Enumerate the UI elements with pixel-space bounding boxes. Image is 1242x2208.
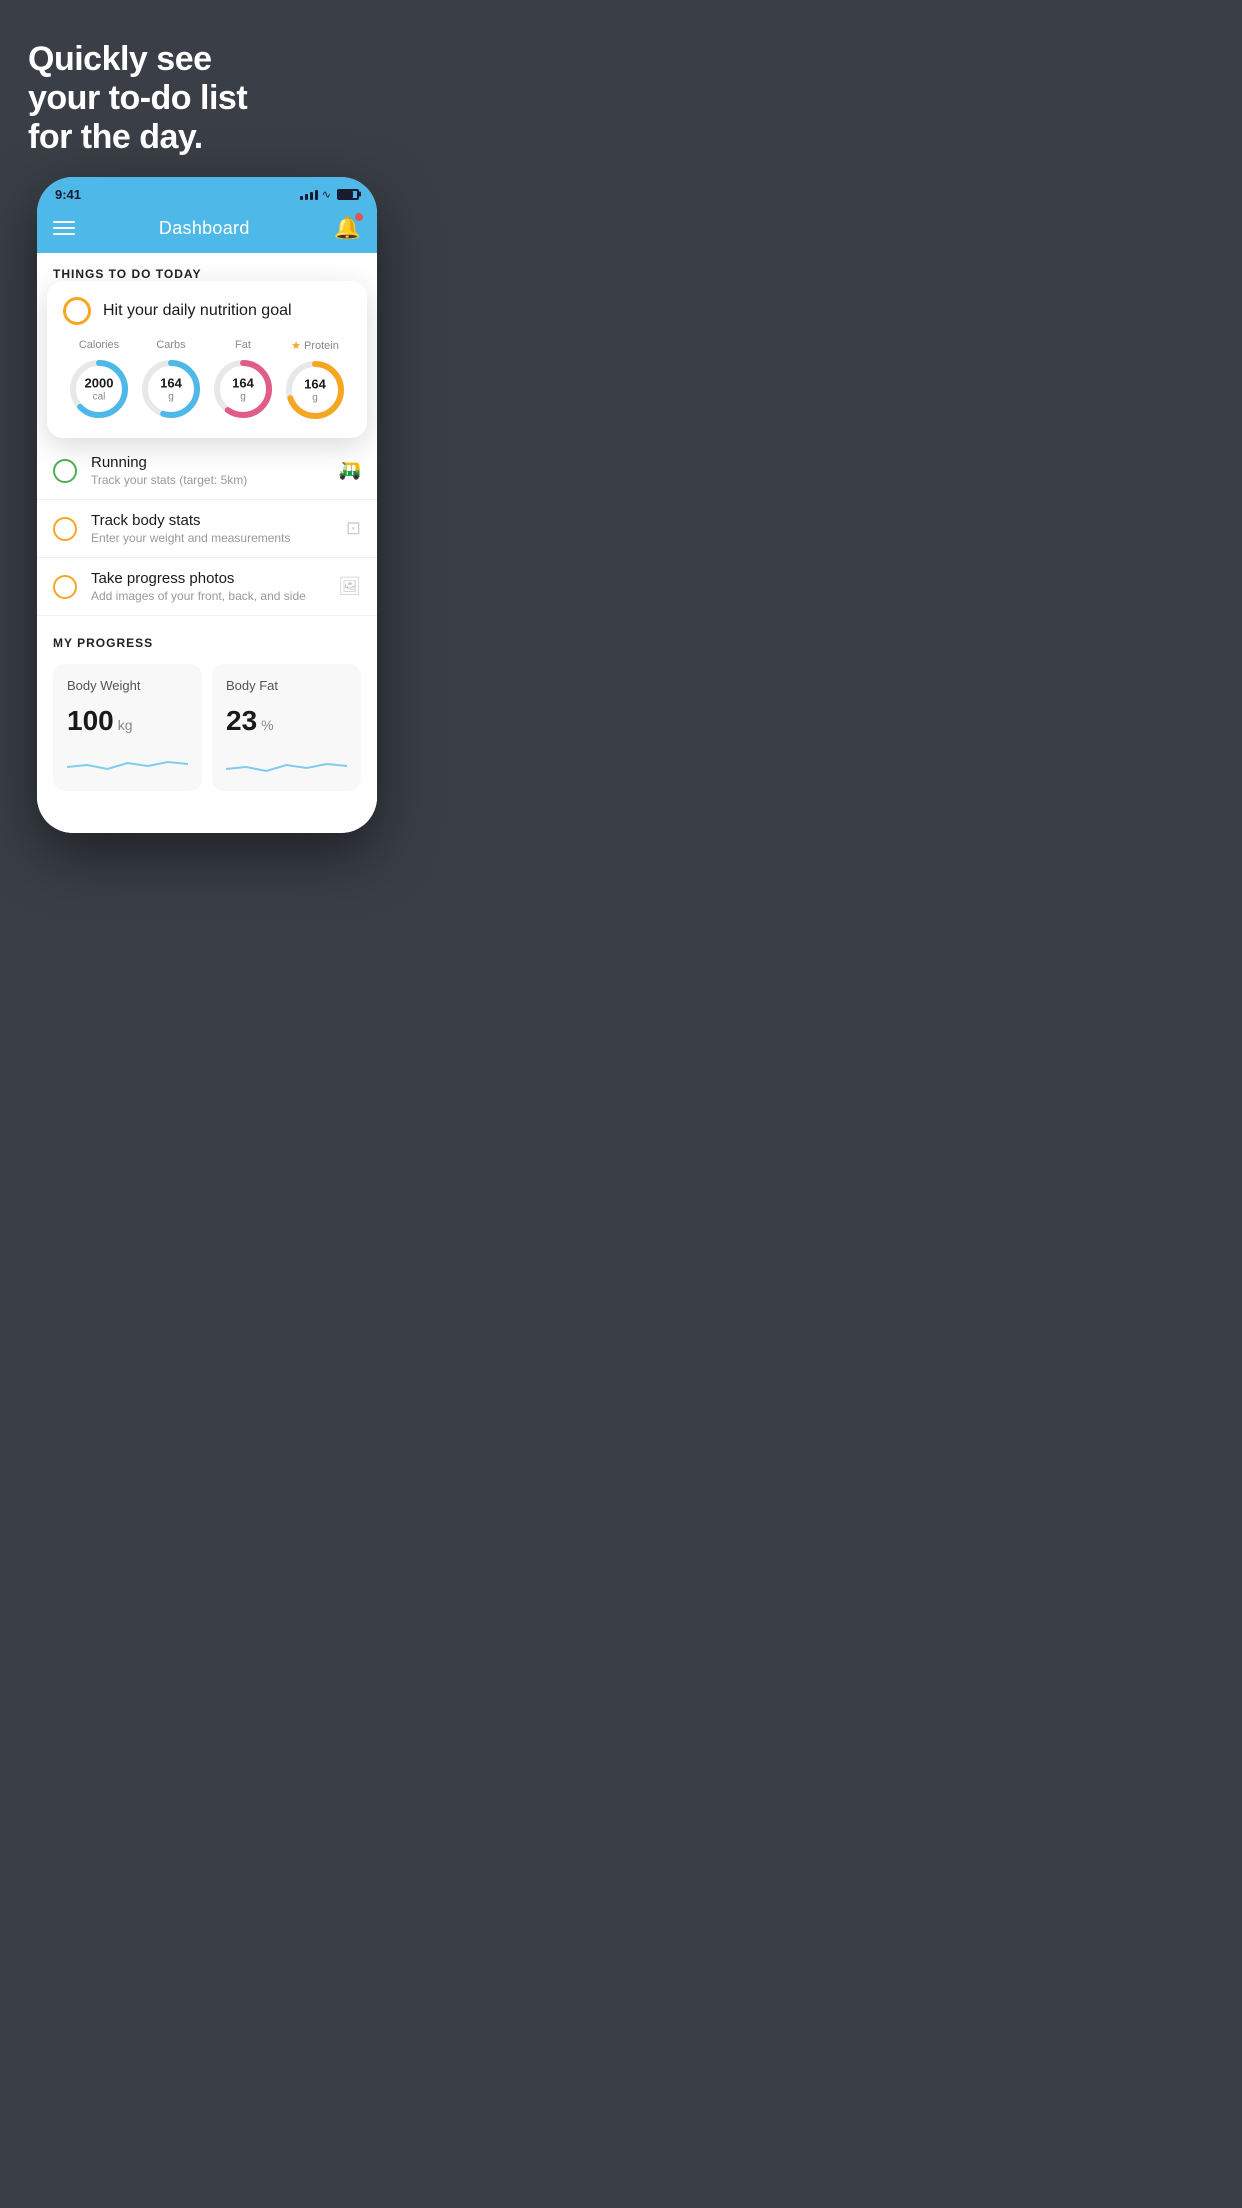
carbs-donut: 164 g bbox=[139, 357, 203, 421]
status-bar: 9:41 ∿ bbox=[37, 177, 377, 207]
phone-frame: 9:41 ∿ bbox=[37, 177, 377, 833]
fat-donut: 164 g bbox=[211, 357, 275, 421]
todo-subtitle-running: Track your stats (target: 5km) bbox=[91, 473, 325, 487]
protein-unit: g bbox=[304, 392, 326, 403]
fat-percent-unit: % bbox=[261, 717, 273, 733]
nutrition-calories: Calories 2000 cal bbox=[67, 339, 131, 421]
menu-button[interactable] bbox=[53, 221, 75, 235]
header-title: Dashboard bbox=[159, 218, 250, 239]
phone-mockup: 9:41 ∿ bbox=[37, 177, 377, 833]
photo-icon: 🖼 bbox=[338, 576, 361, 597]
weight-unit: kg bbox=[118, 717, 133, 733]
todo-list: Running Track your stats (target: 5km) 🛺… bbox=[37, 442, 377, 616]
todo-circle-body-stats bbox=[53, 517, 77, 541]
fat-value: 164 bbox=[232, 377, 254, 391]
todo-item-running[interactable]: Running Track your stats (target: 5km) 🛺 bbox=[37, 442, 377, 500]
running-icon: 🛺 bbox=[339, 460, 361, 481]
scale-icon: ⊡ bbox=[346, 518, 361, 539]
todo-text-running: Running Track your stats (target: 5km) bbox=[91, 454, 325, 487]
calories-donut: 2000 cal bbox=[67, 357, 131, 421]
wifi-icon: ∿ bbox=[322, 188, 331, 201]
todo-item-body-stats[interactable]: Track body stats Enter your weight and m… bbox=[37, 500, 377, 558]
weight-value-row: 100 kg bbox=[67, 705, 188, 737]
todo-text-body-stats: Track body stats Enter your weight and m… bbox=[91, 512, 332, 545]
fat-label: Fat bbox=[235, 339, 251, 351]
carbs-value: 164 bbox=[160, 377, 182, 391]
progress-section: MY PROGRESS Body Weight 100 kg bbox=[37, 616, 377, 807]
notification-button[interactable]: 🔔 bbox=[334, 215, 361, 241]
progress-card-fat[interactable]: Body Fat 23 % bbox=[212, 664, 361, 791]
carbs-unit: g bbox=[160, 391, 182, 402]
calories-unit: cal bbox=[85, 391, 114, 402]
app-header: Dashboard 🔔 bbox=[37, 207, 377, 253]
todo-subtitle-body-stats: Enter your weight and measurements bbox=[91, 531, 332, 545]
protein-label: ★ Protein bbox=[291, 339, 339, 352]
todo-title-body-stats: Track body stats bbox=[91, 512, 332, 529]
hero-section: Quickly seeyour to-do listfor the day. bbox=[0, 0, 414, 177]
weight-card-title: Body Weight bbox=[67, 678, 188, 693]
status-time: 9:41 bbox=[55, 187, 81, 202]
todo-title-photos: Take progress photos bbox=[91, 570, 324, 587]
nutrition-grid: Calories 2000 cal bbox=[63, 339, 351, 422]
fat-percent-value: 23 bbox=[226, 705, 257, 737]
task-circle-nutrition bbox=[63, 297, 91, 325]
protein-value: 164 bbox=[304, 378, 326, 392]
todo-subtitle-photos: Add images of your front, back, and side bbox=[91, 589, 324, 603]
progress-header: MY PROGRESS bbox=[53, 636, 361, 650]
fat-unit: g bbox=[232, 391, 254, 402]
todo-circle-photos bbox=[53, 575, 77, 599]
page-background: Quickly seeyour to-do listfor the day. 9… bbox=[0, 0, 414, 873]
todo-circle-running bbox=[53, 459, 77, 483]
star-icon: ★ bbox=[291, 339, 301, 352]
todo-text-photos: Take progress photos Add images of your … bbox=[91, 570, 324, 603]
nutrition-carbs: Carbs 164 g bbox=[139, 339, 203, 421]
card-title-row: Hit your daily nutrition goal bbox=[63, 297, 351, 325]
fat-value-row: 23 % bbox=[226, 705, 347, 737]
todo-item-photos[interactable]: Take progress photos Add images of your … bbox=[37, 558, 377, 616]
calories-value: 2000 bbox=[85, 377, 114, 391]
weight-value: 100 bbox=[67, 705, 114, 737]
nutrition-fat: Fat 164 g bbox=[211, 339, 275, 421]
nutrition-card-title: Hit your daily nutrition goal bbox=[103, 302, 292, 320]
calories-label: Calories bbox=[79, 339, 119, 351]
protein-donut: 164 g bbox=[283, 358, 347, 422]
nutrition-protein: ★ Protein 164 g bbox=[283, 339, 347, 422]
fat-card-title: Body Fat bbox=[226, 678, 347, 693]
progress-cards: Body Weight 100 kg bbox=[53, 664, 361, 791]
todo-title-running: Running bbox=[91, 454, 325, 471]
fat-chart bbox=[226, 747, 347, 777]
hero-title: Quickly seeyour to-do listfor the day. bbox=[28, 40, 386, 157]
weight-chart bbox=[67, 747, 188, 777]
notification-badge bbox=[355, 213, 363, 221]
carbs-label: Carbs bbox=[156, 339, 185, 351]
status-icons: ∿ bbox=[300, 188, 359, 201]
battery-icon bbox=[337, 189, 359, 200]
nutrition-card[interactable]: Hit your daily nutrition goal Calories bbox=[47, 281, 367, 438]
app-content: THINGS TO DO TODAY Hit your daily nutrit… bbox=[37, 253, 377, 833]
progress-card-weight[interactable]: Body Weight 100 kg bbox=[53, 664, 202, 791]
signal-icon bbox=[300, 188, 318, 200]
